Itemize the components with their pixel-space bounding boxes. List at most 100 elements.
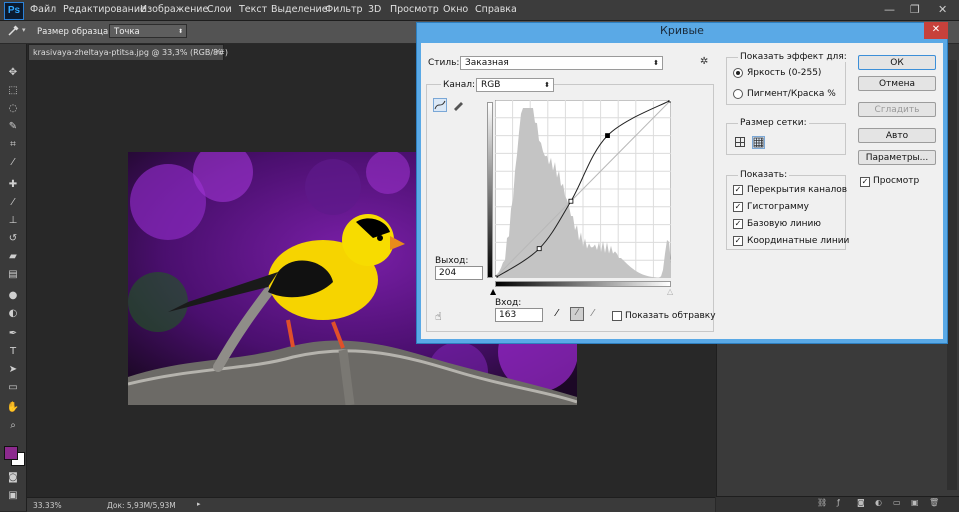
stamp-tool-icon[interactable]: ⊥: [6, 215, 20, 227]
history-brush-icon[interactable]: ↺: [6, 233, 20, 245]
adjustment-layer-icon[interactable]: ◐: [875, 498, 882, 507]
type-tool-icon[interactable]: T: [6, 346, 20, 358]
curve-point-mode-button[interactable]: [433, 98, 447, 112]
menu-file[interactable]: Файл: [30, 4, 56, 15]
eyedropper-tool-icon[interactable]: [6, 24, 20, 38]
quick-select-tool-icon[interactable]: ✎: [6, 121, 20, 133]
curve-control-point[interactable]: [536, 246, 542, 252]
gray-eyedropper-icon[interactable]: ⁄: [570, 307, 584, 321]
output-gradient-bar: [487, 102, 493, 278]
new-layer-icon[interactable]: ▣: [911, 498, 919, 507]
channel-select[interactable]: RGB ⬍: [476, 78, 554, 92]
blur-tool-icon[interactable]: ●: [6, 290, 20, 302]
healing-tool-icon[interactable]: ✚: [6, 179, 20, 191]
output-field[interactable]: 204: [435, 266, 483, 280]
sample-size-label: Размер образца:: [37, 27, 112, 37]
sample-size-select[interactable]: Точка ⬍: [109, 24, 187, 38]
menu-type[interactable]: Текст: [239, 4, 267, 15]
path-select-tool-icon[interactable]: ➤: [6, 364, 20, 376]
menu-help[interactable]: Справка: [475, 4, 517, 15]
quick-mask-icon[interactable]: ◙: [6, 472, 20, 484]
luminance-radio[interactable]: [733, 68, 743, 78]
tool-preset-chevron-icon[interactable]: ▾: [22, 26, 26, 34]
pigment-radio[interactable]: [733, 89, 743, 99]
show-clipping-checkbox[interactable]: [612, 311, 622, 321]
channel-label: Канал:: [441, 80, 478, 90]
style-value: Заказная: [465, 58, 509, 68]
histogram-label: Гистограмму: [747, 202, 809, 212]
simple-grid-icon[interactable]: [735, 137, 745, 147]
curve-control-point[interactable]: [605, 133, 610, 138]
close-app-button[interactable]: ✕: [938, 3, 947, 16]
black-eyedropper-icon[interactable]: ⁄: [556, 308, 558, 319]
on-image-adjust-icon[interactable]: ☝: [435, 310, 442, 323]
menu-select[interactable]: Выделение: [271, 4, 328, 15]
trash-icon[interactable]: 🗑: [929, 498, 939, 507]
input-field[interactable]: 163: [495, 308, 543, 322]
pen-tool-icon[interactable]: ✒: [6, 328, 20, 340]
status-menu-arrow-icon[interactable]: ▸: [197, 500, 201, 508]
zoom-level[interactable]: 33.33%: [33, 501, 62, 510]
curve-control-point[interactable]: [495, 275, 498, 278]
histogram-checkbox[interactable]: ✓: [733, 202, 743, 212]
menu-image[interactable]: Изображение: [140, 4, 208, 15]
foreground-color-swatch[interactable]: [4, 446, 18, 460]
output-label: Выход:: [435, 256, 469, 266]
style-select[interactable]: Заказная ⬍: [460, 56, 663, 70]
rectangle-tool-icon[interactable]: ▭: [6, 382, 20, 394]
cancel-button[interactable]: Отмена: [858, 76, 936, 91]
menu-edit[interactable]: Редактирование: [63, 4, 146, 15]
show-clipping-label: Показать обтравку: [625, 311, 716, 321]
white-eyedropper-icon[interactable]: ⁄: [592, 308, 594, 319]
curves-graph[interactable]: [495, 100, 671, 278]
detailed-grid-button[interactable]: [752, 136, 765, 149]
panel-scrollbar[interactable]: [947, 60, 957, 490]
curve-control-point[interactable]: [668, 100, 671, 103]
screen-mode-icon[interactable]: ▣: [6, 490, 20, 502]
white-point-slider-icon[interactable]: △: [667, 287, 673, 296]
move-tool-icon[interactable]: ✥: [6, 67, 20, 79]
preset-gear-icon[interactable]: ✲: [700, 56, 708, 67]
options-button[interactable]: Параметры...: [858, 150, 936, 165]
ok-button[interactable]: ОК: [858, 55, 936, 70]
pigment-label: Пигмент/Краска %: [747, 89, 836, 99]
pencil-mode-button[interactable]: [451, 98, 465, 112]
channel-overlays-checkbox[interactable]: ✓: [733, 185, 743, 195]
restore-button[interactable]: ❐: [910, 3, 920, 16]
black-point-slider-icon[interactable]: ▲: [490, 287, 496, 296]
style-label: Стиль:: [428, 58, 460, 68]
menu-view[interactable]: Просмотр: [390, 4, 439, 15]
curve-control-point[interactable]: [568, 198, 574, 204]
menu-3d[interactable]: 3D: [368, 4, 381, 15]
baseline-checkbox[interactable]: ✓: [733, 219, 743, 229]
link-layers-icon[interactable]: ⛓: [817, 498, 827, 507]
dialog-close-button[interactable]: ✕: [924, 22, 948, 39]
lasso-tool-icon[interactable]: ◌: [6, 103, 20, 115]
document-tab[interactable]: krasivaya-zheltaya-ptitsa.jpg @ 33,3% (R…: [28, 44, 228, 60]
grid-size-label: Размер сетки:: [738, 118, 809, 128]
dodge-tool-icon[interactable]: ◐: [6, 308, 20, 320]
marquee-tool-icon[interactable]: ⬚: [6, 85, 20, 97]
menu-layers[interactable]: Слои: [207, 4, 232, 15]
preview-checkbox[interactable]: ✓: [860, 177, 870, 187]
sample-size-value: Точка: [114, 27, 140, 37]
fx-icon[interactable]: ƒ: [837, 498, 840, 507]
gradient-tool-icon[interactable]: ▤: [6, 269, 20, 281]
menu-window[interactable]: Окно: [443, 4, 468, 15]
smooth-button[interactable]: Сгладить: [858, 102, 936, 117]
eyedropper-icon[interactable]: ⁄: [6, 157, 20, 169]
menu-filter[interactable]: Фильтр: [325, 4, 363, 15]
mask-icon[interactable]: ◙: [857, 498, 865, 507]
intersection-lines-checkbox[interactable]: ✓: [733, 236, 743, 246]
zoom-tool-icon[interactable]: ⌕: [6, 420, 20, 432]
minimize-button[interactable]: —: [884, 3, 895, 16]
luminance-label: Яркость (0-255): [747, 68, 822, 78]
new-group-icon[interactable]: ▭: [893, 498, 901, 507]
crop-tool-icon[interactable]: ⌗: [6, 139, 20, 151]
close-document-icon[interactable]: ×: [214, 47, 222, 57]
auto-button[interactable]: Авто: [858, 128, 936, 143]
eraser-tool-icon[interactable]: ▰: [6, 251, 20, 263]
brush-tool-icon[interactable]: ⁄: [6, 197, 20, 209]
input-label: Вход:: [495, 298, 522, 308]
hand-tool-icon[interactable]: ✋: [6, 402, 20, 414]
